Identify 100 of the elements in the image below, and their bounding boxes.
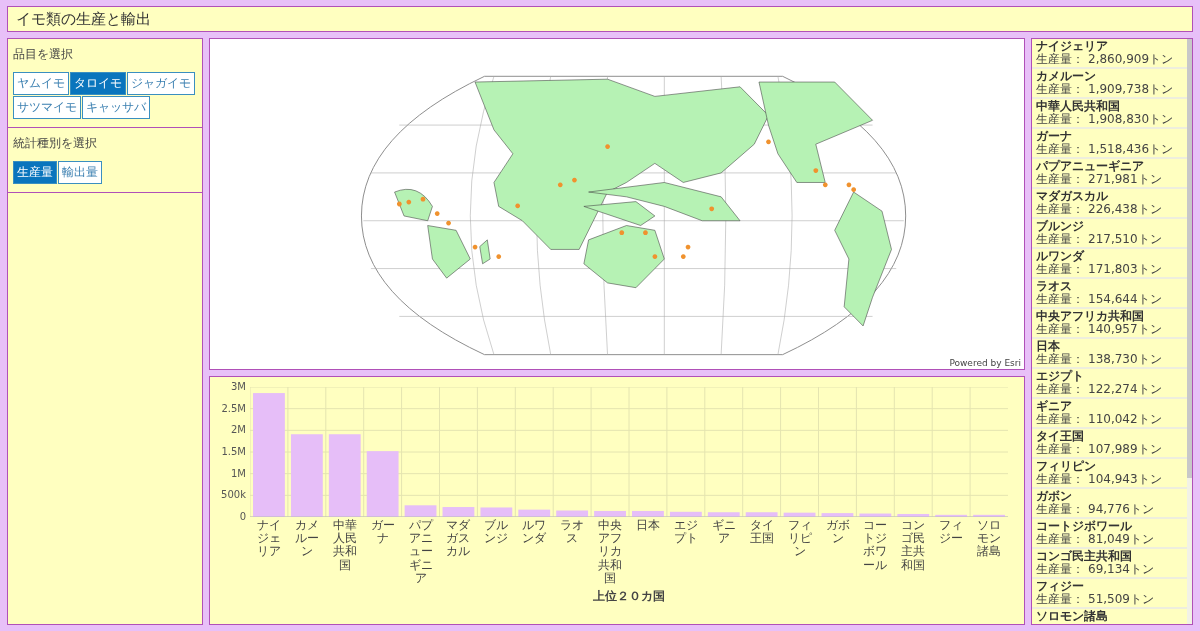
production-value: 104,943トン — [1088, 473, 1162, 486]
value-label: 生産量： — [1036, 353, 1084, 366]
value-label: 生産量： — [1036, 233, 1084, 246]
x-axis-title: 上位２０カ国 — [592, 587, 666, 605]
bar — [366, 451, 399, 517]
value-label: 生産量： — [1036, 533, 1084, 546]
x-axis-label: ラオス — [559, 519, 586, 548]
bar — [897, 513, 930, 517]
y-tick-label: 0 — [239, 512, 246, 522]
country-name: コンゴ民主共和国 — [1036, 550, 1133, 563]
option-button[interactable]: ジャガイモ — [127, 72, 195, 95]
value-label: 生産量： — [1036, 263, 1084, 276]
x-axis-label: 中華人民共和国 — [331, 519, 358, 574]
country-name: フィリピン — [1036, 460, 1097, 473]
production-value: 81,049トン — [1088, 533, 1154, 546]
x-axis-label: マダガスカル — [445, 519, 472, 561]
value-label: 生産量： — [1036, 203, 1084, 216]
production-value: 1,909,738トン — [1088, 83, 1174, 96]
country-name: ブルンジ — [1036, 220, 1085, 233]
bar — [480, 507, 513, 517]
bar — [821, 513, 854, 517]
scroll-thumb[interactable] — [1187, 39, 1192, 478]
value-label: 生産量： — [1036, 113, 1084, 126]
option-button[interactable]: 輸出量 — [58, 161, 102, 184]
x-axis-label: フィリピン — [786, 519, 813, 561]
y-tick-label: 2M — [231, 425, 246, 436]
bar — [859, 513, 892, 517]
value-label: 生産量： — [1036, 413, 1084, 426]
production-value: 94,776トン — [1088, 503, 1154, 516]
country-name: マダガスカル — [1036, 190, 1109, 203]
x-axis-label: ナイジェリア — [255, 519, 282, 561]
y-tick-label: 1.5M — [221, 447, 246, 457]
production-value: 69,134トン — [1088, 563, 1154, 576]
country-name: ガーナ — [1036, 130, 1073, 143]
option-button[interactable]: タロイモ — [70, 72, 126, 95]
scrollbar[interactable] — [1187, 39, 1192, 624]
x-axis-label: フィジー — [938, 519, 965, 548]
production-value: 226,438トン — [1088, 203, 1162, 216]
map-attribution: Powered by Esri — [949, 358, 1021, 368]
country-name: ソロモン諸島 — [1036, 610, 1109, 623]
value-label: 生産量： — [1036, 503, 1084, 516]
production-value: 122,274トン — [1088, 383, 1162, 396]
production-value: 171,803トン — [1088, 263, 1162, 276]
x-axis-label: カメルーン — [293, 519, 320, 561]
value-label: 生産量： — [1036, 563, 1084, 576]
bar — [935, 514, 968, 517]
x-axis-label: コンゴ民主共和国 — [900, 519, 927, 574]
production-value: 140,957トン — [1088, 323, 1162, 336]
country-name: カメルーン — [1036, 70, 1097, 83]
value-label: 生産量： — [1036, 473, 1084, 486]
bar — [556, 510, 589, 517]
country-name: 中華人民共和国 — [1036, 100, 1121, 113]
production-value: 271,981トン — [1088, 173, 1162, 186]
bar — [745, 512, 778, 517]
x-axis-label: ルワンダ — [521, 519, 548, 548]
x-axis-label: 中央アフリカ共和国 — [597, 519, 624, 585]
x-axis-label: タイ王国 — [748, 519, 775, 548]
y-tick-label: 3M — [231, 382, 246, 392]
option-button[interactable]: キャッサバ — [82, 96, 150, 119]
production-value: 217,510トン — [1088, 233, 1162, 246]
production-value: 1,518,436トン — [1088, 143, 1174, 156]
bar — [404, 505, 437, 517]
section-label: 統計種別を選択 — [13, 135, 98, 152]
production-value: 1,908,830トン — [1088, 113, 1174, 126]
bar — [442, 507, 475, 517]
bar — [632, 510, 664, 517]
app-title: イモ類の生産と輸出 — [16, 9, 151, 29]
x-axis-label: パプアニューギニア — [407, 519, 435, 585]
production-value: 107,989トン — [1088, 443, 1162, 456]
section-label: 品目を選択 — [13, 46, 74, 63]
x-axis-label: ガボン — [824, 519, 851, 548]
value-label: 生産量： — [1036, 383, 1084, 396]
y-tick-label: 500k — [221, 490, 246, 501]
production-value: 2,860,909トン — [1088, 53, 1174, 66]
value-label: 生産量： — [1036, 443, 1084, 456]
option-button[interactable]: 生産量 — [13, 161, 57, 184]
production-value: 110,042トン — [1088, 413, 1162, 426]
bar — [707, 512, 740, 517]
value-label: 生産量： — [1036, 173, 1084, 186]
country-name: タイ王国 — [1036, 430, 1085, 443]
x-axis-label: ブルンジ — [483, 519, 510, 548]
value-label: 生産量： — [1036, 83, 1084, 96]
x-axis-label: ギニア — [710, 519, 737, 548]
production-value: 51,509トン — [1088, 593, 1154, 606]
country-name: ルワンダ — [1036, 250, 1086, 263]
x-axis-label: エジプト — [672, 519, 699, 548]
option-button[interactable]: ヤムイモ — [13, 72, 69, 95]
y-tick-label: 2.5M — [221, 403, 246, 414]
production-value: 154,644トン — [1088, 293, 1162, 306]
production-value: 138,730トン — [1088, 353, 1162, 366]
bar — [783, 512, 816, 517]
value-label: 生産量： — [1036, 143, 1084, 156]
value-label: 生産量： — [1036, 593, 1084, 606]
value-label: 生産量： — [1036, 293, 1084, 306]
country-name: ナイジェリア — [1036, 40, 1109, 53]
x-axis-label: コートジボワール — [862, 519, 889, 574]
option-button[interactable]: サツマイモ — [13, 96, 81, 119]
x-axis-label: 日本 — [636, 519, 660, 534]
country-name: ガボン — [1036, 490, 1073, 503]
bar — [594, 510, 626, 517]
